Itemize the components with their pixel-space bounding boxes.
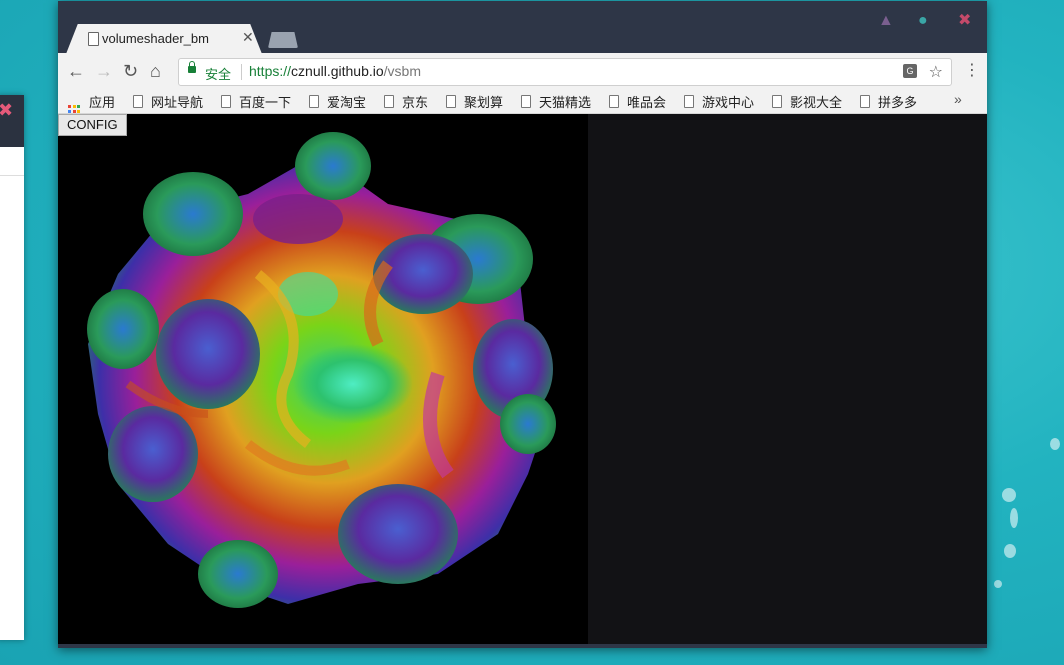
forward-arrow-icon[interactable]: → xyxy=(95,62,113,80)
page-content: CONFIG xyxy=(58,114,987,644)
bookmark-item[interactable]: 天猫精选 xyxy=(521,92,591,111)
wallpaper-bubble xyxy=(1002,488,1016,502)
tab-title: volumeshader_bm xyxy=(102,31,209,46)
maximize-icon[interactable]: ● xyxy=(918,13,928,29)
bookmark-label: 百度一下 xyxy=(239,95,292,110)
bookmark-label: 爱淘宝 xyxy=(327,95,367,110)
address-bar[interactable]: 安全 https://cznull.github.io/vsbm G ☆ xyxy=(178,58,952,86)
bookmark-item[interactable]: 唯品会 xyxy=(609,92,666,111)
title-bar: volumeshader_bm ✕ ▲ ● ✖ xyxy=(58,1,987,54)
page-icon xyxy=(446,95,456,108)
background-window[interactable]: ✖ xyxy=(0,95,24,640)
page-icon xyxy=(384,95,394,108)
bookmark-label: 聚划算 xyxy=(464,95,504,110)
bookmarks-bar: 应用 网址导航 百度一下 爱淘宝 京东 聚划算 天猫精选 唯品会 游戏中心 影视… xyxy=(58,89,987,117)
close-icon[interactable]: ✖ xyxy=(0,101,13,119)
page-icon xyxy=(309,95,319,108)
bookmark-label: 游戏中心 xyxy=(702,95,755,110)
bookmark-item[interactable]: 影视大全 xyxy=(772,92,842,111)
background-window-titlebar: ✖ xyxy=(0,95,24,147)
bookmark-label: 影视大全 xyxy=(790,95,843,110)
reload-icon[interactable]: ↻ xyxy=(123,62,138,80)
url-scheme: https:// xyxy=(249,63,292,79)
page-icon xyxy=(609,95,619,108)
bookmark-item[interactable]: 京东 xyxy=(384,92,428,111)
bookmarks-overflow-button[interactable]: » xyxy=(954,91,962,107)
window-close-icon[interactable]: ✖ xyxy=(958,13,971,29)
toolbar: ← → ↻ ⌂ 安全 https://cznull.github.io/vsbm… xyxy=(58,53,987,89)
bookmark-label: 拼多多 xyxy=(878,95,918,110)
page-icon xyxy=(772,95,782,108)
secure-label: 安全 xyxy=(205,67,232,82)
page-icon xyxy=(88,32,99,46)
lock-icon xyxy=(188,61,196,73)
wallpaper-bubble xyxy=(994,580,1002,588)
home-icon[interactable]: ⌂ xyxy=(150,62,161,80)
minimize-icon[interactable]: ▲ xyxy=(878,13,894,29)
url-path: /vsbm xyxy=(383,63,421,79)
bookmark-star-icon[interactable]: ☆ xyxy=(929,62,943,82)
bookmark-item[interactable]: 游戏中心 xyxy=(684,92,754,111)
bookmark-label: 京东 xyxy=(402,95,429,110)
bookmark-label: 网址导航 xyxy=(151,95,204,110)
translate-icon[interactable]: G xyxy=(903,64,917,78)
page-icon xyxy=(684,95,694,108)
back-arrow-icon[interactable]: ← xyxy=(67,62,85,80)
page-icon xyxy=(521,95,531,108)
divider xyxy=(241,64,242,80)
bookmark-item[interactable]: 拼多多 xyxy=(860,92,917,111)
menu-icon[interactable]: ⋮ xyxy=(964,63,980,79)
wallpaper-bubble xyxy=(1004,544,1016,558)
bookmark-label: 唯品会 xyxy=(627,95,667,110)
page-icon xyxy=(221,95,231,108)
new-tab-button[interactable] xyxy=(268,32,298,48)
bookmark-label: 应用 xyxy=(89,95,116,110)
url-text[interactable]: https://cznull.github.io/vsbm xyxy=(249,63,421,79)
bookmark-item[interactable]: 百度一下 xyxy=(221,92,291,111)
bookmark-label: 天猫精选 xyxy=(539,95,592,110)
wallpaper-bubble xyxy=(1050,438,1060,450)
page-icon xyxy=(860,95,870,108)
wallpaper-bubble xyxy=(1010,508,1018,528)
url-host: cznull.github.io xyxy=(291,63,384,79)
bookmark-item[interactable]: 爱淘宝 xyxy=(309,92,366,111)
fractal-render xyxy=(87,132,556,608)
browser-window: volumeshader_bm ✕ ▲ ● ✖ ← → ↻ ⌂ 安全 https… xyxy=(58,1,987,648)
tab-volumeshader[interactable]: volumeshader_bm ✕ xyxy=(66,24,262,54)
render-canvas[interactable]: CONFIG xyxy=(58,114,588,644)
page-icon xyxy=(133,95,143,108)
config-button[interactable]: CONFIG xyxy=(58,114,127,136)
divider xyxy=(0,175,24,176)
bookmark-item[interactable]: 聚划算 xyxy=(446,92,503,111)
close-tab-icon[interactable]: ✕ xyxy=(242,29,254,46)
bookmark-item[interactable]: 网址导航 xyxy=(133,92,203,111)
